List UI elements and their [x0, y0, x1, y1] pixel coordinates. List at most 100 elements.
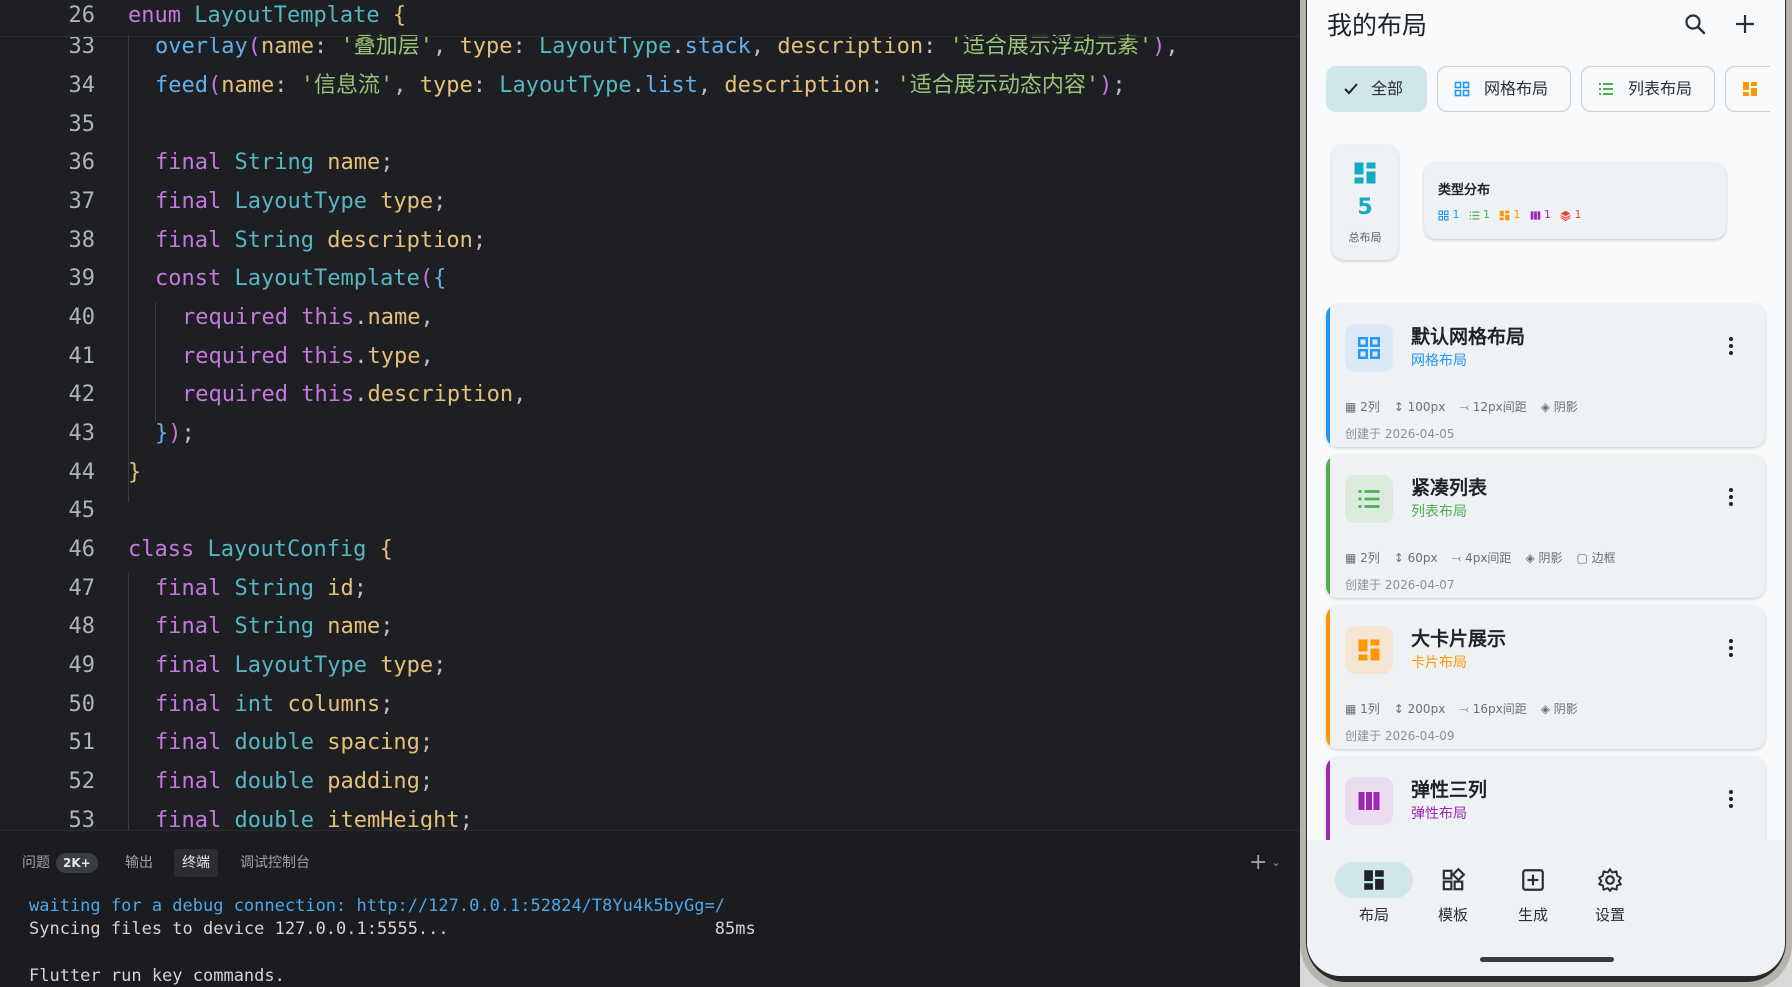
plus-icon: + [1249, 850, 1268, 875]
layout-meta-item: ▢ 边框 [1576, 551, 1616, 565]
dashboard-icon [1364, 870, 1384, 890]
layers-icon [1560, 210, 1571, 221]
more-vert-icon[interactable] [1729, 638, 1733, 658]
layout-card[interactable]: 紧凑列表 列表布局 ▦ 2列 ↕ 60px ⤙ 4px间距 ◈ 阴影 ▢ 边框 创建于 202… [1326, 455, 1765, 598]
nav-item[interactable]: 生成 [1493, 862, 1573, 925]
terminal-line-sync: Syncing files to device 127.0.0.1:5555..… [29, 919, 756, 939]
filter-chip-all[interactable]: 全部 [1326, 66, 1427, 112]
gear-icon [1598, 868, 1622, 892]
code-line[interactable]: 36 final String name; [0, 144, 1300, 182]
layout-card[interactable]: 默认网格布局 网格布局 ▦ 2列 ↕ 100px ⤙ 12px间距 ◈ 阴影 创建于 202… [1326, 304, 1765, 447]
columns-icon [1357, 789, 1381, 813]
layout-card[interactable]: 大卡片展示 卡片布局 ▦ 1列 ↕ 200px ⤙ 16px间距 ◈ 阴影 创建于 2026… [1326, 606, 1765, 749]
problems-count-badge: 2K+ [56, 853, 98, 873]
code-line[interactable]: 46 class LayoutConfig { [0, 531, 1300, 569]
layout-meta-item: ↕ 200px [1393, 702, 1446, 716]
code-text: } [128, 460, 142, 485]
code-line[interactable]: 34 feed(name: '信息流', type: LayoutType.lis… [0, 67, 1300, 105]
code-line[interactable]: 35 [0, 106, 1300, 144]
code-line[interactable]: 44} [0, 454, 1300, 492]
check-icon [1344, 83, 1358, 95]
layout-card-title: 大卡片展示 [1411, 628, 1507, 650]
code-line[interactable]: 40 required this.name, [0, 299, 1300, 337]
layout-meta-item: ◈ 阴影 [1540, 400, 1578, 414]
layout-meta-item: ▦ 2列 [1345, 400, 1380, 414]
more-vert-icon[interactable] [1729, 336, 1733, 356]
nav-item[interactable]: 模板 [1413, 862, 1493, 925]
code-line[interactable]: 38 final String description; [0, 222, 1300, 260]
line-number: 41 [68, 344, 96, 369]
code-text: final String id; [155, 576, 367, 601]
code-line[interactable]: 53 final double itemHeight; [0, 802, 1300, 830]
layout-meta-item: ⤙ 16px间距 [1459, 702, 1527, 716]
layout-meta-item: ⤙ 12px间距 [1459, 400, 1527, 414]
line-number: 53 [68, 808, 96, 830]
code-text: required this.name, [182, 305, 434, 330]
nav-item-label: 设置 [1594, 906, 1625, 924]
code-text: final double itemHeight; [155, 808, 473, 830]
layout-card-title: 弹性三列 [1411, 779, 1488, 801]
code-area[interactable]: 26 enum LayoutTemplate {33 overlay(name: '… [0, 0, 1300, 830]
code-line[interactable]: 50 final int columns; [0, 686, 1300, 724]
card-icon [1743, 82, 1757, 96]
code-text: final double padding; [155, 769, 434, 794]
code-text: final String name; [155, 150, 394, 175]
terminal-line-commands: Flutter run key commands. [29, 966, 285, 986]
layout-meta-item: ▦ 2列 [1345, 551, 1380, 565]
code-line[interactable]: 47 final String id; [0, 570, 1300, 608]
code-line[interactable]: 48 final String name; [0, 608, 1300, 646]
code-line[interactable]: 43}); [0, 415, 1300, 453]
distribution-item: 1 [1469, 208, 1490, 221]
search-icon[interactable] [1683, 12, 1707, 36]
layout-meta-item: ↕ 60px [1393, 551, 1438, 565]
layout-meta-item: ◈ 阴影 [1525, 551, 1563, 565]
page-title: 我的布局 [1327, 11, 1428, 40]
code-text: required this.type, [182, 344, 434, 369]
code-line[interactable]: 39 const LayoutTemplate({ [0, 260, 1300, 298]
tab-terminal[interactable]: 终端 [174, 849, 218, 877]
tab-debug-console[interactable]: 调试控制台 [240, 849, 310, 877]
nav-item[interactable]: 设置 [1570, 862, 1650, 925]
line-number: 36 [68, 150, 96, 175]
tab-problems[interactable]: 问题 2K+ [22, 849, 98, 877]
layout-card-type: 卡片布局 [1411, 655, 1467, 671]
type-distribution-card: 类型分布 1 1 1 1 1 [1424, 163, 1726, 239]
filter-chip-grid[interactable]: 网格布局 [1437, 66, 1571, 112]
code-text: feed(name: '信息流', type: LayoutType.list,… [155, 73, 1126, 98]
code-text: final int columns; [155, 692, 394, 717]
layout-meta-item: ▦ 1列 [1345, 702, 1380, 716]
layout-icon-box [1345, 777, 1393, 825]
code-line[interactable]: 51 final double spacing; [0, 724, 1300, 762]
code-text: class LayoutConfig { [128, 537, 393, 562]
total-count: 5 [1357, 195, 1373, 220]
layout-card-meta: ▦ 2列 ↕ 100px ⤙ 12px间距 ◈ 阴影 [1345, 398, 1592, 415]
card-icon [1357, 638, 1381, 662]
code-line[interactable]: 33 overlay(name: '叠加层', type: LayoutType.… [0, 28, 1300, 66]
filter-chip-list[interactable]: 列表布局 [1581, 66, 1715, 112]
code-line[interactable]: 45 [0, 492, 1300, 530]
layout-card-title: 默认网格布局 [1411, 326, 1526, 348]
tab-output[interactable]: 输出 [125, 849, 153, 877]
add-icon[interactable] [1733, 12, 1757, 36]
code-text: final LayoutType type; [155, 189, 447, 214]
layout-card-type: 网格布局 [1411, 353, 1467, 369]
more-vert-icon[interactable] [1729, 789, 1733, 809]
card-icon [1499, 210, 1510, 220]
columns-icon [1530, 210, 1540, 220]
line-number: 40 [68, 305, 96, 330]
code-line[interactable]: 52 final double padding; [0, 763, 1300, 801]
more-vert-icon[interactable] [1729, 487, 1733, 507]
line-number: 50 [68, 692, 96, 717]
nav-item[interactable]: 布局 [1334, 862, 1414, 925]
chevron-down-icon[interactable]: ⌄ [1271, 856, 1280, 869]
code-line[interactable]: 41 required this.type, [0, 338, 1300, 376]
code-text: final String name; [155, 614, 394, 639]
layout-icon-box [1345, 324, 1393, 372]
code-line[interactable]: 37 final LayoutType type; [0, 183, 1300, 221]
code-line[interactable]: 42 required this.description, [0, 376, 1300, 414]
code-line[interactable]: 49 final LayoutType type; [0, 647, 1300, 685]
add-terminal-button[interactable]: + ⌄ [1249, 849, 1281, 877]
distribution-count: 1 [1483, 208, 1490, 221]
code-text: final double spacing; [155, 730, 434, 755]
line-number: 44 [68, 460, 96, 485]
